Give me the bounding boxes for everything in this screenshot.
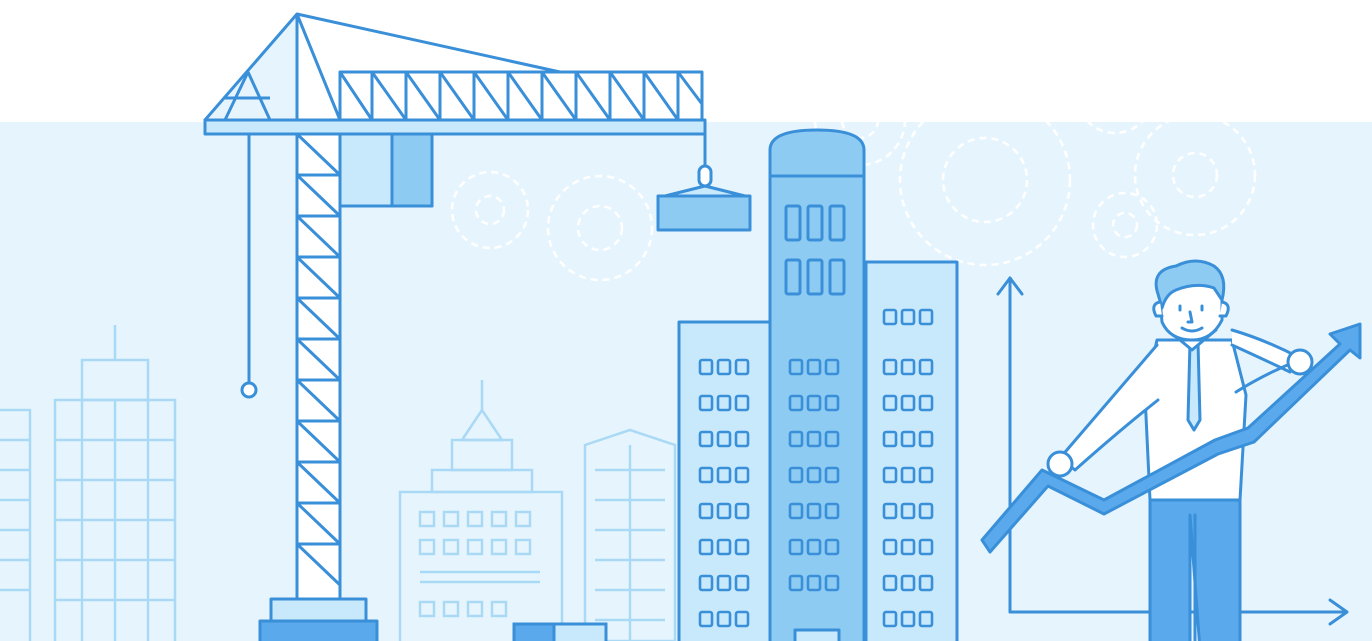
construction-crate (512, 622, 608, 641)
illustration-scene (0, 0, 1372, 641)
illustration-canvas (0, 0, 1372, 641)
